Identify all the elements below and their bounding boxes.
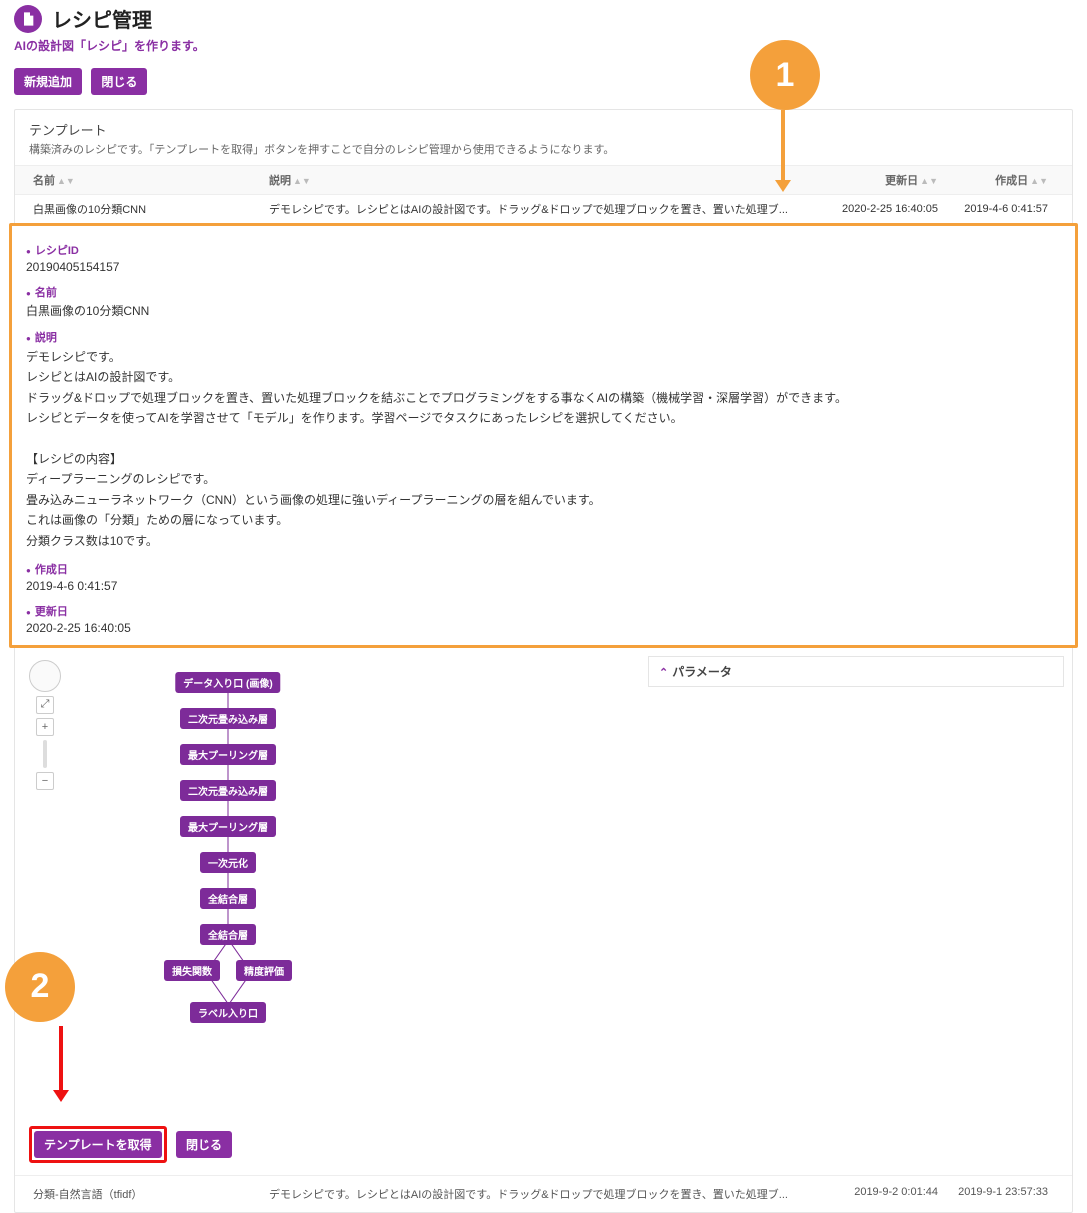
- row-updated: 2019-9-2 0:01:44: [818, 1186, 938, 1202]
- graph-canvas[interactable]: ⤢ + − データ入り口 (画像) 二次元畳み込み層 最大プーリング層 二次元畳…: [23, 656, 638, 1116]
- row-created: 2019-9-1 23:57:33: [938, 1186, 1058, 1202]
- detail-name: 白黒画像の10分類CNN: [26, 302, 1061, 319]
- node-label[interactable]: ラベル入り口: [190, 1002, 266, 1023]
- table-row[interactable]: 白黒画像の10分類CNN デモレシピです。レシピとはAIの設計図です。ドラッグ&…: [15, 194, 1072, 223]
- row-desc: デモレシピです。レシピとはAIの設計図です。ドラッグ&ドロップで処理ブロックを置…: [269, 1186, 818, 1202]
- page-title: レシピ管理: [52, 4, 152, 33]
- zoom-out-button[interactable]: −: [36, 772, 54, 790]
- col-updated[interactable]: 更新日: [885, 175, 918, 187]
- detail-label-id: レシピID: [26, 242, 1061, 258]
- node-dense2[interactable]: 全結合層: [200, 924, 256, 945]
- detail-desc: デモレシピです。 レシピとはAIの設計図です。 ドラッグ&ドロップで処理ブロック…: [26, 347, 1061, 551]
- node-acc[interactable]: 精度評価: [236, 960, 292, 981]
- zoom-slider[interactable]: [43, 740, 47, 768]
- chevron-up-icon: ⌃: [659, 667, 668, 679]
- row-name: 白黒画像の10分類CNN: [29, 201, 269, 217]
- detail-updated: 2020-2-25 16:40:05: [26, 621, 1061, 635]
- detail-label-created: 作成日: [26, 561, 1061, 577]
- table-row[interactable]: 分類-自然言語（tfidf） デモレシピです。レシピとはAIの設計図です。ドラッ…: [15, 1175, 1072, 1212]
- detail-close-button[interactable]: 閉じる: [176, 1131, 232, 1158]
- node-dense1[interactable]: 全結合層: [200, 888, 256, 909]
- fullscreen-button[interactable]: ⤢: [36, 696, 54, 714]
- compass-icon[interactable]: [29, 660, 61, 692]
- table-header: 名前▲▼ 説明▲▼ 更新日▲▼ 作成日▲▼: [15, 165, 1072, 194]
- recipe-icon: [14, 5, 42, 33]
- parameter-panel-title: パラメータ: [672, 665, 732, 679]
- sort-icon[interactable]: ▲▼: [920, 178, 938, 184]
- detail-highlight: レシピID 20190405154157 名前 白黒画像の10分類CNN 説明 …: [9, 223, 1078, 648]
- col-name[interactable]: 名前: [33, 175, 55, 187]
- template-panel-desc: 構築済みのレシピです。「テンプレートを取得」ボタンを押すことで自分のレシピ管理か…: [29, 141, 1058, 157]
- close-button[interactable]: 閉じる: [91, 68, 147, 95]
- detail-label-desc: 説明: [26, 329, 1061, 345]
- node-flatten[interactable]: 一次元化: [200, 852, 256, 873]
- add-button[interactable]: 新規追加: [14, 68, 82, 95]
- detail-label-updated: 更新日: [26, 603, 1061, 619]
- row-updated: 2020-2-25 16:40:05: [818, 203, 938, 215]
- annotation-badge-2-text: 2: [31, 967, 50, 1006]
- row-desc: デモレシピです。レシピとはAIの設計図です。ドラッグ&ドロップで処理ブロックを置…: [269, 201, 818, 217]
- page-subtitle: AIの設計図「レシピ」を作ります。: [14, 37, 1073, 54]
- annotation-badge-1: 1: [750, 40, 820, 110]
- node-input[interactable]: データ入り口 (画像): [175, 672, 280, 693]
- col-desc[interactable]: 説明: [269, 175, 291, 187]
- template-panel-title: テンプレート: [29, 120, 1058, 139]
- sort-icon[interactable]: ▲▼: [57, 178, 75, 184]
- parameter-panel-header[interactable]: ⌃ パラメータ: [648, 656, 1064, 687]
- node-conv2[interactable]: 二次元畳み込み層: [180, 780, 276, 801]
- detail-label-name: 名前: [26, 284, 1061, 300]
- row-created: 2019-4-6 0:41:57: [938, 203, 1058, 215]
- node-pool1[interactable]: 最大プーリング層: [180, 744, 276, 765]
- node-conv1[interactable]: 二次元畳み込み層: [180, 708, 276, 729]
- zoom-in-button[interactable]: +: [36, 718, 54, 736]
- get-template-highlight: テンプレートを取得: [29, 1126, 167, 1163]
- graph-area: ⤢ + − データ入り口 (画像) 二次元畳み込み層 最大プーリング層 二次元畳…: [15, 648, 1072, 1116]
- detail-created: 2019-4-6 0:41:57: [26, 579, 1061, 593]
- annotation-badge-1-text: 1: [776, 56, 795, 95]
- row-name: 分類-自然言語（tfidf）: [29, 1186, 269, 1202]
- node-loss[interactable]: 損失関数: [164, 960, 220, 981]
- sort-icon[interactable]: ▲▼: [1030, 178, 1048, 184]
- get-template-button[interactable]: テンプレートを取得: [34, 1131, 162, 1158]
- sort-icon[interactable]: ▲▼: [293, 178, 311, 184]
- node-pool2[interactable]: 最大プーリング層: [180, 816, 276, 837]
- col-created[interactable]: 作成日: [995, 175, 1028, 187]
- annotation-badge-2: 2: [5, 952, 75, 1022]
- detail-id: 20190405154157: [26, 260, 1061, 274]
